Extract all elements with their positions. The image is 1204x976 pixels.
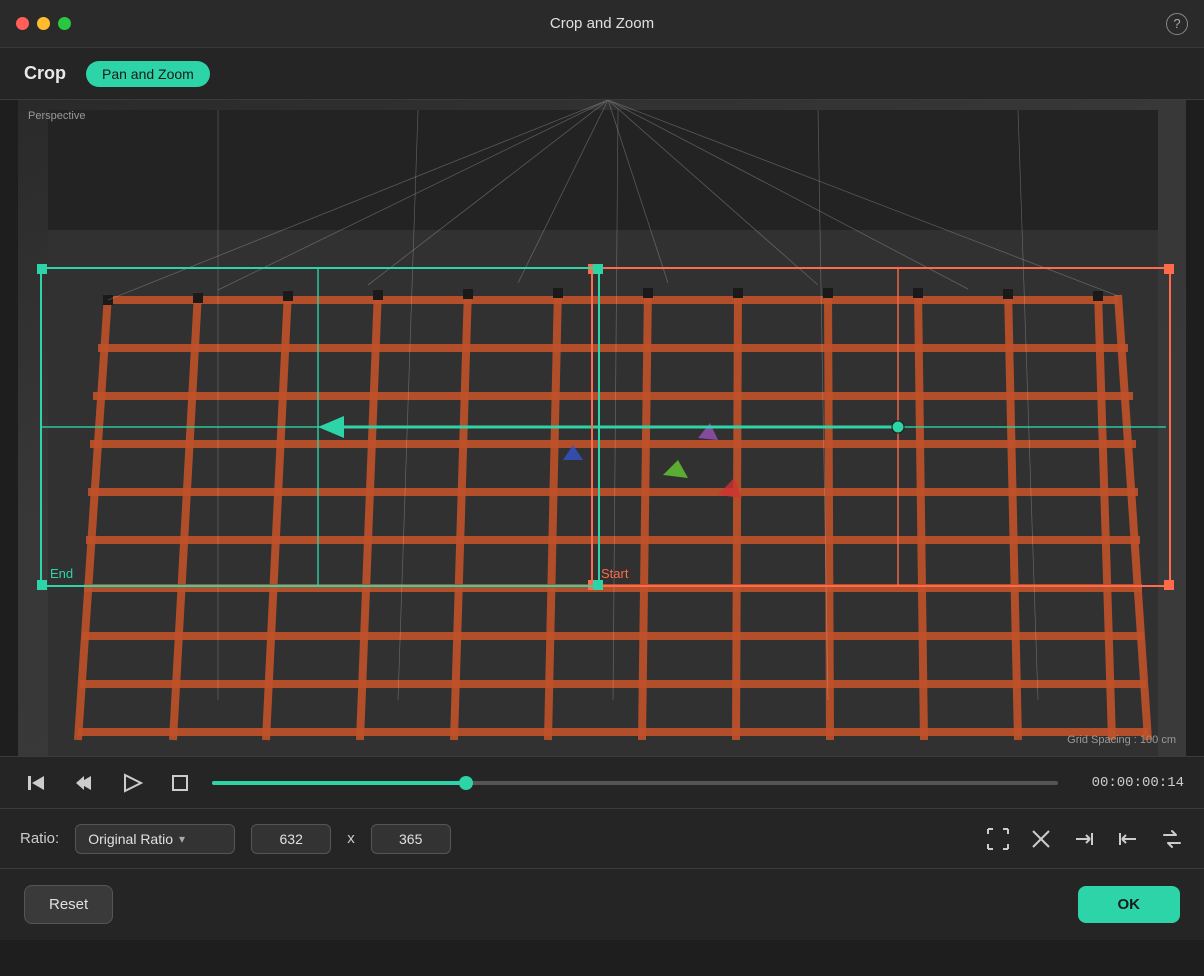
frame-back-button[interactable] <box>68 767 100 799</box>
play-button[interactable] <box>116 767 148 799</box>
window-title: Crop and Zoom <box>550 15 654 32</box>
scene-svg <box>18 100 1186 756</box>
ratio-select-value: Original Ratio <box>88 831 173 847</box>
bottom-bar: Reset OK <box>0 868 1204 940</box>
window-controls <box>16 17 71 30</box>
timeline-slider-container <box>212 781 1058 785</box>
titlebar: Crop and Zoom ? <box>0 0 1204 48</box>
slider-fill <box>212 781 466 785</box>
help-button[interactable]: ? <box>1166 13 1188 35</box>
viewport: Start End Perspective Grid Spacing : 100… <box>18 100 1186 756</box>
step-back-button[interactable] <box>20 767 52 799</box>
stop-button[interactable] <box>164 767 196 799</box>
ratio-bar: Ratio: Original Ratio ▾ x <box>0 808 1204 868</box>
width-input[interactable] <box>251 824 331 854</box>
align-left-button[interactable] <box>1116 827 1140 851</box>
slider-track <box>212 781 1058 785</box>
perspective-label: Perspective <box>28 110 85 122</box>
ratio-action-icons <box>986 827 1184 851</box>
chevron-down-icon: ▾ <box>179 832 185 846</box>
height-input[interactable] <box>371 824 451 854</box>
ratio-label: Ratio: <box>20 830 59 847</box>
swap-button[interactable] <box>1160 827 1184 851</box>
grid-spacing-label: Grid Spacing : 100 cm <box>1067 734 1176 746</box>
slider-thumb[interactable] <box>459 776 473 790</box>
reset-button[interactable]: Reset <box>24 885 113 924</box>
x-separator: x <box>347 830 355 847</box>
ok-button[interactable]: OK <box>1078 886 1181 923</box>
align-right-button[interactable] <box>1072 827 1096 851</box>
maximize-button[interactable] <box>58 17 71 30</box>
minimize-button[interactable] <box>37 17 50 30</box>
time-display: 00:00:00:14 <box>1074 775 1184 791</box>
timeline-bar: 00:00:00:14 <box>0 756 1204 808</box>
crop-maximize-button[interactable] <box>986 827 1010 851</box>
tab-crop[interactable]: Crop <box>24 63 66 84</box>
tabbar: Crop Pan and Zoom <box>0 48 1204 100</box>
tab-panzoom[interactable]: Pan and Zoom <box>86 61 210 87</box>
ratio-select[interactable]: Original Ratio ▾ <box>75 824 235 854</box>
clear-button[interactable] <box>1030 828 1052 850</box>
close-button[interactable] <box>16 17 29 30</box>
